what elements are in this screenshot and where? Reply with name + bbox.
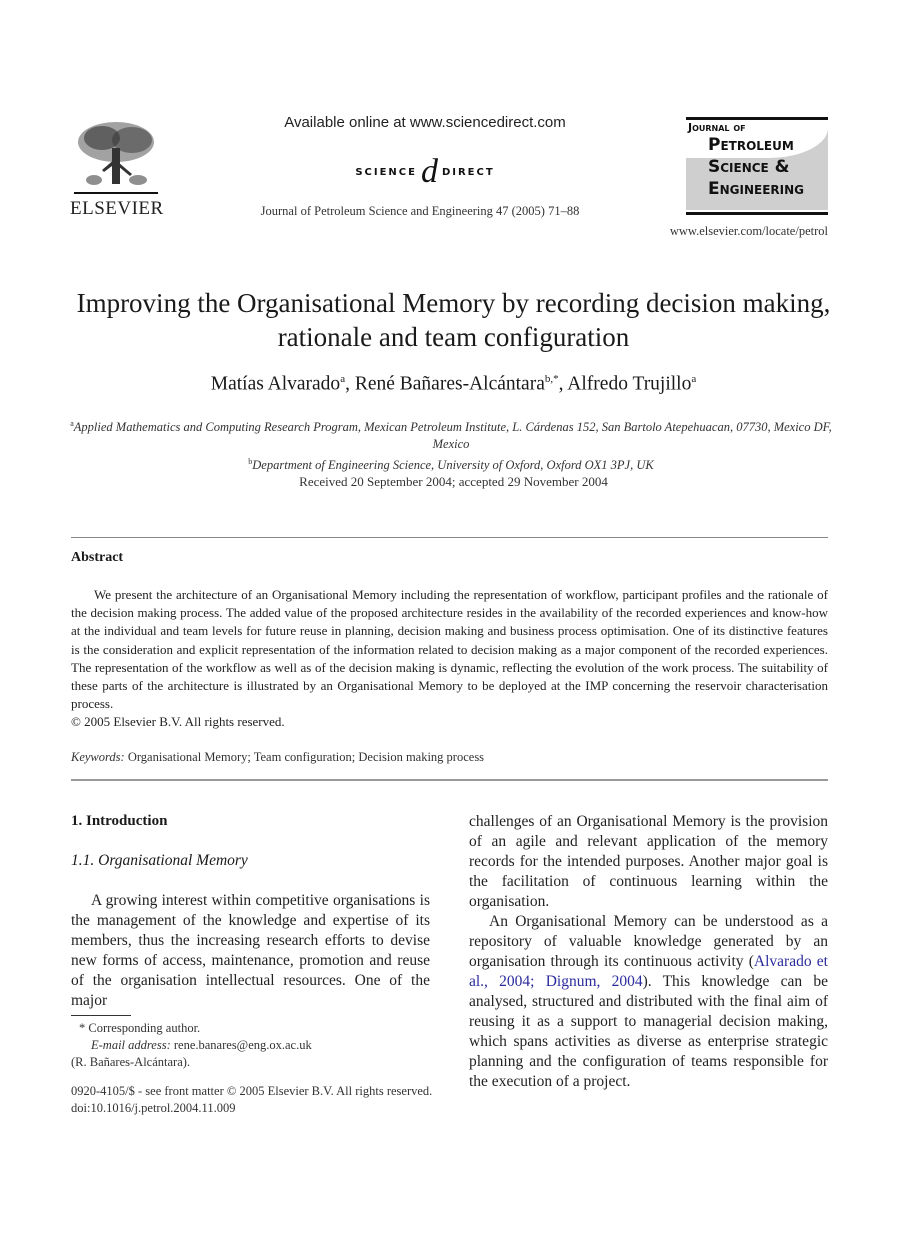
author-name[interactable]: Matías Alvarado (211, 374, 340, 395)
divider (71, 779, 828, 781)
corresponding-author-note: * Corresponding author. (79, 1021, 201, 1035)
right-column: challenges of an Organisational Memory i… (469, 812, 828, 1092)
keywords-list: Organisational Memory; Team configuratio… (127, 750, 485, 764)
affiliation-text: Applied Mathematics and Computing Resear… (73, 420, 832, 452)
left-column: A growing interest within competitive or… (71, 891, 430, 1011)
sciencedirect-left-text: SCIENCE (355, 166, 417, 178)
author-name[interactable]: René Bañares-Alcántara (355, 374, 545, 395)
author-affiliation-marker: a (691, 373, 697, 385)
doi-link[interactable]: doi:10.1016/j.petrol.2004.11.009 (71, 1100, 471, 1117)
elsevier-tree-icon (74, 122, 158, 194)
received-dates: Received 20 September 2004; accepted 29 … (299, 474, 608, 489)
footnote-divider (71, 1015, 131, 1016)
author-name[interactable]: Alfredo Trujillo (567, 374, 691, 395)
sciencedirect-logo[interactable]: SCIENCE d DIRECT (330, 152, 520, 192)
journal-logo-line4: Engineering (708, 179, 805, 199)
email-link[interactable]: rene.banares@eng.ox.ac.uk (174, 1038, 312, 1052)
journal-logo-line3: Science & (708, 157, 790, 177)
abstract-copyright: © 2005 Elsevier B.V. All rights reserved… (71, 714, 285, 729)
paper-title: Improving the Organisational Memory by r… (76, 288, 831, 352)
affiliations: aApplied Mathematics and Computing Resea… (66, 415, 836, 474)
journal-logo-top-rule (686, 117, 828, 120)
section-heading: 1. Introduction (71, 813, 168, 829)
body-paragraph: An Organisational Memory can be understo… (469, 912, 828, 1092)
email-label: E-mail address: (91, 1038, 171, 1052)
author-affiliation-marker: b,* (544, 373, 559, 385)
abstract-heading: Abstract (71, 550, 124, 565)
sciencedirect-right-text: DIRECT (441, 166, 495, 178)
journal-logo: Journal of Petroleum Science & Engineeri… (686, 117, 828, 215)
available-online-text[interactable]: Available online at www.sciencedirect.co… (270, 114, 580, 131)
journal-logo-line1: Journal of (688, 121, 746, 134)
keywords-label: Keywords: (71, 750, 125, 764)
publisher-name: ELSEVIER (70, 198, 164, 219)
journal-url-link[interactable]: www.elsevier.com/locate/petrol (640, 224, 828, 239)
issn-line: 0920-4105/$ - see front matter © 2005 El… (71, 1084, 433, 1098)
keywords: Keywords: Organisational Memory; Team co… (71, 750, 484, 765)
author-separator: , (558, 373, 568, 395)
affiliation-item: aApplied Mathematics and Computing Resea… (66, 415, 836, 453)
email-owner: (R. Bañares-Alcántara). (71, 1055, 191, 1069)
divider (71, 537, 828, 538)
author-list: Matías Alvarado a, René Bañares-Alcántara… (60, 373, 847, 396)
elsevier-logo: ELSEVIER (70, 118, 164, 219)
email-line: E-mail address: rene.banares@eng.ox.ac.u… (71, 1037, 451, 1054)
author-separator: , (345, 373, 355, 395)
footnotes: * Corresponding author. E-mail address: … (71, 1020, 451, 1071)
subsection-heading: 1.1. Organisational Memory (71, 852, 248, 869)
paragraph-text: ). This knowledge can be analysed, struc… (469, 973, 828, 1090)
journal-logo-text: Journal of Petroleum Science & Engineeri… (686, 121, 828, 200)
body-paragraph: A growing interest within competitive or… (71, 892, 430, 1009)
sciencedirect-at-icon: d (420, 153, 438, 190)
affiliation-item: bDepartment of Engineering Science, Univ… (66, 453, 836, 474)
front-matter: 0920-4105/$ - see front matter © 2005 El… (71, 1083, 471, 1117)
body-paragraph: challenges of an Organisational Memory i… (469, 813, 828, 910)
abstract-text: We present the architecture of an Organi… (71, 587, 828, 712)
journal-logo-line2: Petroleum (708, 135, 794, 155)
journal-citation: Journal of Petroleum Science and Enginee… (260, 204, 580, 218)
affiliation-text: Department of Engineering Science, Unive… (252, 458, 654, 473)
abstract-body: We present the architecture of an Organi… (71, 586, 828, 713)
journal-logo-bottom-rule (686, 212, 828, 215)
